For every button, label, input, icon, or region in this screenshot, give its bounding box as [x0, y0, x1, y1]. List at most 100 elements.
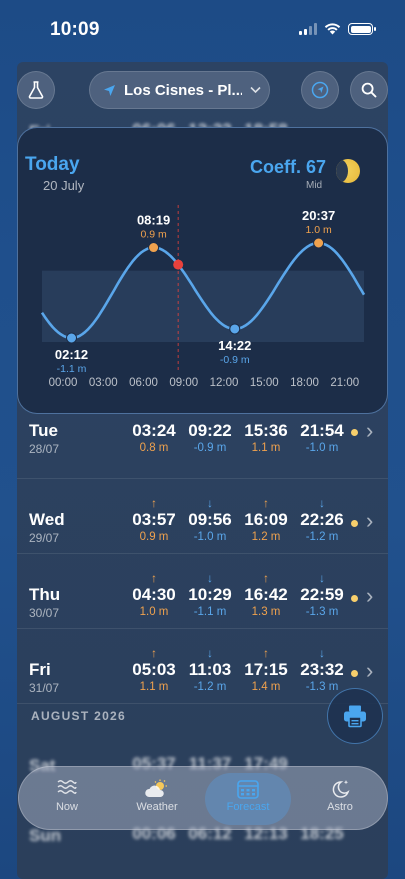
- tide-time: 16:42: [244, 585, 288, 604]
- arrow-down-icon: ↓: [207, 496, 213, 510]
- tide-height: 1.2 m: [251, 531, 281, 543]
- tide-entry-high: ↑ 04:30 1.0 m: [126, 571, 182, 619]
- search-button[interactable]: [350, 71, 388, 109]
- arrow-down-icon: ↓: [319, 646, 325, 660]
- printer-icon: [344, 705, 366, 728]
- moon-phase-dot: [351, 520, 358, 527]
- arrow-down-icon: ↓: [319, 496, 325, 510]
- tide-height: 1.4 m: [251, 681, 281, 693]
- status-time: 10:09: [50, 19, 100, 40]
- tide-time: 22:26: [300, 510, 344, 529]
- status-icons: [299, 23, 376, 35]
- tide-height: 1.1 m: [251, 442, 281, 454]
- moon-phase-dot: [351, 670, 358, 677]
- status-bar: 10:09: [0, 0, 405, 60]
- tab-label: Weather: [136, 801, 178, 813]
- tide-entry-low: ↓ 10:29 -1.1 m: [182, 571, 238, 619]
- today-date: 20 July: [43, 178, 85, 193]
- tide-height: -0.9 m: [193, 442, 227, 454]
- tide-time: 10:29: [188, 585, 232, 604]
- tide-time: 21:54: [300, 421, 344, 440]
- search-icon: [361, 82, 377, 98]
- tide-entry-low: ↓ 22:59 -1.3 m: [294, 571, 350, 619]
- print-button[interactable]: [327, 688, 383, 744]
- tab-forecast[interactable]: Forecast: [208, 767, 288, 831]
- battery-icon: [348, 23, 376, 35]
- tide-entry-high: ↑ 17:15 1.4 m: [238, 646, 294, 694]
- tide-time: 16:09: [244, 510, 288, 529]
- tide-entry-high: 15:36 1.1 m: [238, 407, 294, 455]
- tide-entry-high: ↑ 05:03 1.1 m: [126, 646, 182, 694]
- tide-height: 1.3 m: [251, 606, 281, 618]
- arrow-up-icon: ↑: [263, 646, 269, 660]
- top-bar: Los Cisnes - Pl...: [0, 70, 405, 110]
- tide-height: -1.2 m: [193, 681, 227, 693]
- tab-weather[interactable]: Weather: [117, 767, 197, 831]
- tide-entry-high: ↑ 03:57 0.9 m: [126, 496, 182, 544]
- tab-label: Forecast: [226, 801, 270, 813]
- compass-icon: [311, 81, 329, 99]
- arrow-up-icon: ↑: [151, 646, 157, 660]
- moon-phase-dot: [351, 595, 358, 602]
- tide-entry-low: 09:22 -0.9 m: [182, 407, 238, 455]
- tide-row[interactable]: Fri 31/07 ↑ 05:03 1.1 m ↓ 11:03 -1.2 m ↑ 17:15 1.4…: [17, 632, 388, 704]
- tab-astro[interactable]: Astro: [300, 767, 380, 831]
- arrow-up-icon: ↑: [263, 496, 269, 510]
- row-day: Thu: [29, 585, 61, 604]
- lab-button[interactable]: [17, 71, 55, 109]
- coefficient-level: Mid: [306, 180, 323, 191]
- tide-coefficient: Coeff. 67: [250, 157, 327, 177]
- tab-label: Astro: [327, 801, 353, 813]
- row-date: 28/07: [29, 442, 60, 456]
- tide-entry-high: ↑ 16:09 1.2 m: [238, 496, 294, 544]
- waves-icon: [57, 780, 77, 794]
- tide-height: 0.9 m: [139, 531, 169, 543]
- tide-height: 1.0 m: [139, 606, 169, 618]
- tide-entry-high: 03:24 0.8 m: [126, 407, 182, 455]
- moon-phase-dot: [351, 429, 358, 436]
- chevron-right-icon: ›: [366, 508, 374, 533]
- locate-button[interactable]: [301, 71, 339, 109]
- section-label-month: AUGUST 2026: [31, 709, 126, 723]
- arrow-down-icon: ↓: [207, 646, 213, 660]
- chevron-right-icon: ›: [366, 418, 374, 443]
- tab-now[interactable]: Now: [27, 767, 107, 831]
- arrow-up-icon: ↑: [263, 571, 269, 585]
- tab-label: Now: [55, 801, 78, 813]
- row-date: 31/07: [29, 681, 60, 695]
- tide-time: 04:30: [132, 585, 176, 604]
- location-selector[interactable]: Los Cisnes - Pl...: [89, 71, 270, 109]
- tide-entry-high: ↑ 16:42 1.3 m: [238, 571, 294, 619]
- tide-time: 05:03: [132, 660, 176, 679]
- tide-row[interactable]: Wed 29/07 ↑ 03:57 0.9 m ↓ 09:56 -1.0 m ↑ 16:09 1.2…: [17, 482, 388, 554]
- tide-height: -1.2 m: [305, 531, 339, 543]
- cellular-signal-icon: [299, 23, 317, 35]
- tide-time: 23:32: [300, 660, 344, 679]
- tide-row[interactable]: Tue 28/07 03:24 0.8 m 09:22 -0.9 m 15:36 1.1 m 2…: [17, 407, 388, 479]
- chevron-right-icon: ›: [366, 658, 374, 683]
- chevron-down-icon: [250, 86, 261, 94]
- row-day: Tue: [29, 421, 58, 440]
- arrow-up-icon: ↑: [151, 496, 157, 510]
- chevron-right-icon: ›: [366, 583, 374, 608]
- row-day: Fri: [29, 660, 51, 679]
- tide-height: -1.1 m: [193, 606, 227, 618]
- tide-time: 03:57: [132, 510, 176, 529]
- flask-icon: [28, 81, 44, 99]
- cloud-sun-icon: [145, 779, 167, 797]
- calendar-icon: [237, 780, 259, 799]
- tide-height: 0.8 m: [139, 442, 169, 454]
- tide-time: 09:22: [188, 421, 232, 440]
- tide-entry-low: 21:54 -1.0 m: [294, 407, 350, 455]
- today-title: Today: [25, 154, 80, 175]
- tide-time: 15:36: [244, 421, 288, 440]
- tab-bar: Now Weather Forecast Astro: [18, 766, 388, 830]
- row-date: 30/07: [29, 606, 60, 620]
- moon-stars-icon: [332, 780, 350, 798]
- tide-height: -1.0 m: [193, 531, 227, 543]
- tide-height: -1.3 m: [305, 606, 339, 618]
- row-day: Wed: [29, 510, 65, 529]
- tide-row[interactable]: Thu 30/07 ↑ 04:30 1.0 m ↓ 10:29 -1.1 m ↑ 16:42 1.3…: [17, 557, 388, 629]
- tide-entry-low: ↓ 23:32 -1.3 m: [294, 646, 350, 694]
- tide-entry-low: ↓ 09:56 -1.0 m: [182, 496, 238, 544]
